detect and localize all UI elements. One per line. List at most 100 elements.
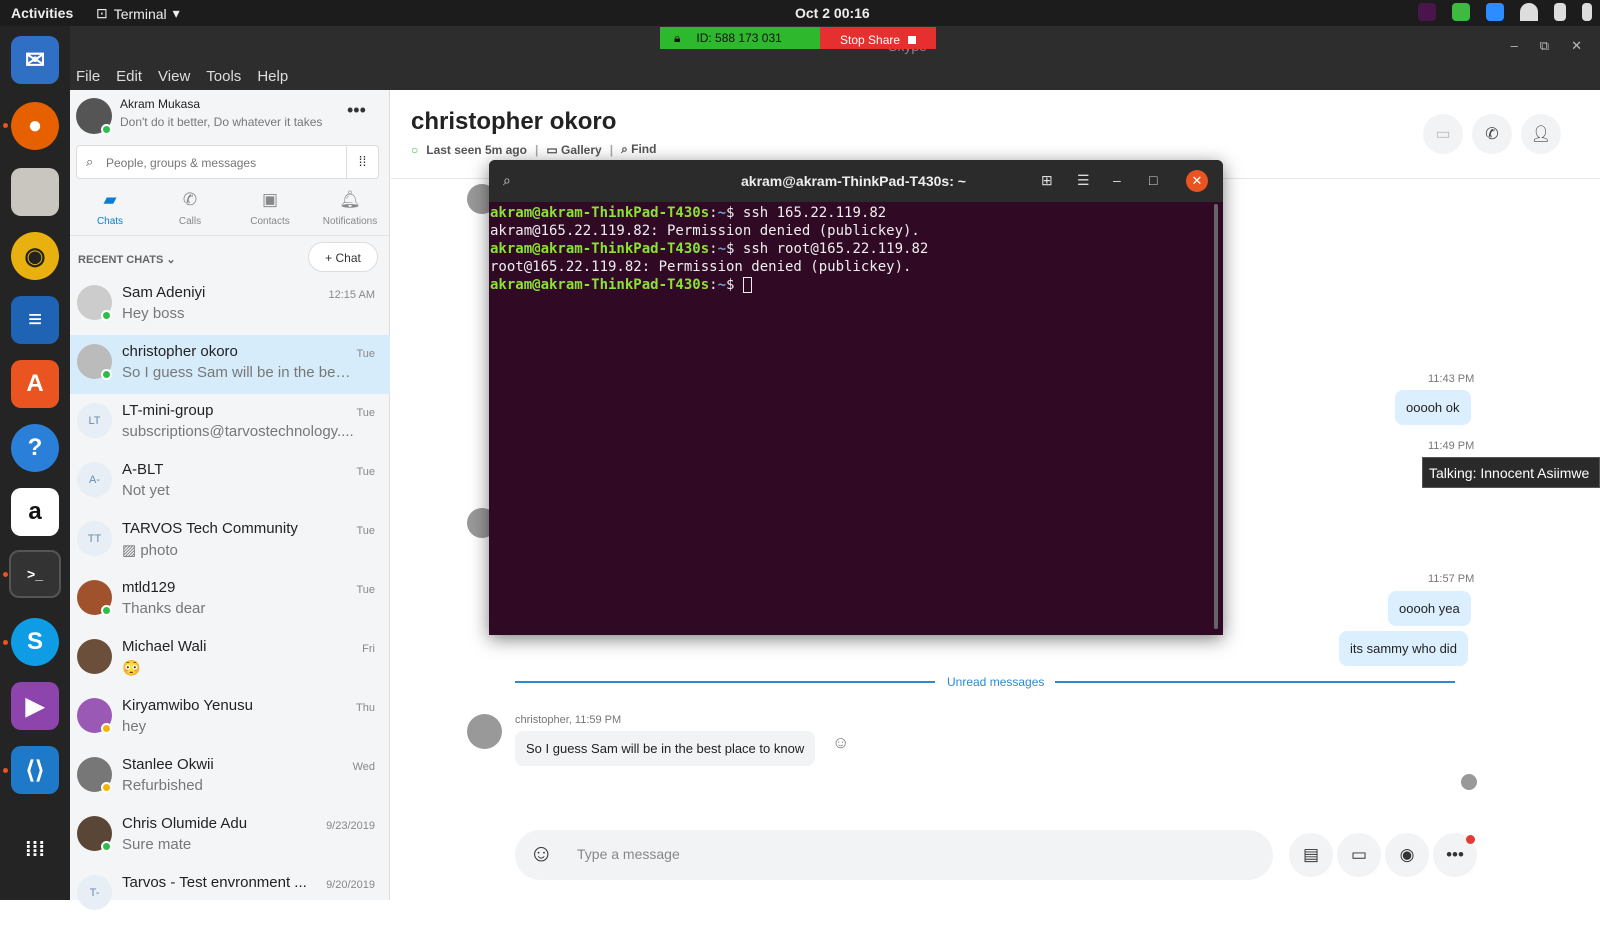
clock[interactable]: Oct 2 00:16	[795, 5, 870, 21]
chevron-down-icon: ⌄	[166, 254, 176, 266]
tab-notifications[interactable]: 🔔︎ Notifications	[310, 187, 390, 231]
sidebar: Akram Mukasa Don't do it better, Do what…	[70, 90, 390, 910]
gallery-link[interactable]: ▭ Gallery	[546, 143, 601, 157]
minimize-icon[interactable]: –	[1511, 38, 1518, 54]
help-icon[interactable]: ?	[11, 424, 59, 472]
skype-icon[interactable]: S	[11, 618, 59, 666]
terminal-window[interactable]: ⌕ akram@akram-ThinkPad-T430s: ~ ⊞ ☰ – □ …	[489, 160, 1223, 635]
close-icon[interactable]: ✕	[1186, 170, 1208, 192]
message-time: 11:43 PM	[1428, 373, 1475, 385]
outgoing-message[interactable]: ooooh ok	[1395, 390, 1471, 425]
outgoing-message[interactable]: ooooh yea	[1388, 591, 1471, 626]
message-composer[interactable]: ☺ Type a message	[515, 830, 1273, 880]
send-contact-button[interactable]: ▭	[1337, 833, 1381, 877]
chat-list: Sam Adeniyi Hey boss 12:15 AM christopher …	[70, 276, 390, 925]
minimize-icon[interactable]: –	[1113, 172, 1121, 188]
stop-icon	[908, 36, 917, 44]
list-item[interactable]: Kiryamwibo Yenusu hey Thu	[70, 689, 390, 748]
search-input[interactable]: ⌕ People, groups & messages ⁞⁞	[76, 145, 379, 179]
vscode-icon[interactable]: ⟨⟩	[11, 746, 59, 794]
send-file-button[interactable]: ▤	[1289, 833, 1333, 877]
dock: ✉ ● ◉ ≡ A ? a >_ S ▶ ⟨⟩ ⁞⁞⁞	[0, 26, 70, 900]
recent-chats-header[interactable]: RECENT CHATS ⌄	[78, 253, 176, 266]
avatar: T-	[77, 875, 112, 910]
app-menu[interactable]: ⊡ Terminal ▾	[96, 5, 180, 22]
top-bar: Activities ⊡ Terminal ▾ Oct 2 00:16	[0, 0, 1600, 26]
terminal-title: akram@akram-ThinkPad-T430s: ~	[741, 173, 966, 189]
incoming-message[interactable]: So I guess Sam will be in the best place…	[515, 731, 816, 766]
rhythmbox-icon[interactable]: ◉	[11, 232, 59, 280]
volume-icon[interactable]	[1554, 3, 1566, 21]
outgoing-message[interactable]: its sammy who did	[1339, 631, 1468, 666]
new-tab-icon[interactable]: ⊞	[1041, 172, 1053, 189]
menu-bar: File Edit View Tools Help	[70, 62, 1600, 90]
file-icon: ▤	[1302, 845, 1320, 864]
terminal-line: akram@akram-ThinkPad-T430s:~$ ssh 165.22…	[490, 205, 887, 221]
files-icon[interactable]	[11, 168, 59, 216]
send-location-button[interactable]: ◉	[1385, 833, 1429, 877]
add-reaction-icon[interactable]: ☺	[832, 733, 849, 753]
terminal-dock-icon[interactable]: >_	[9, 550, 61, 598]
unread-divider: Unread messages	[515, 675, 1455, 689]
profile[interactable]: Akram Mukasa Don't do it better, Do what…	[76, 96, 376, 136]
list-item[interactable]: Michael Wali 😳 Fri	[70, 630, 390, 689]
wifi-icon[interactable]	[1520, 3, 1538, 21]
terminal-scrollbar[interactable]	[1214, 204, 1218, 629]
zoom-icon[interactable]	[1486, 3, 1504, 21]
audio-call-button[interactable]: ✆	[1472, 114, 1512, 154]
conversation-subtitle: ○ Last seen 5m ago | ▭ Gallery | ⌕ Find	[411, 142, 657, 157]
search-icon[interactable]: ⌕	[503, 172, 511, 189]
video-call-button[interactable]: ▭	[1423, 114, 1463, 154]
stop-share-button[interactable]: Stop Share	[820, 27, 936, 49]
terminal-output[interactable]: akram@akram-ThinkPad-T430s:~$ ssh 165.22…	[490, 204, 928, 294]
thunderbird-icon[interactable]: ✉	[11, 36, 59, 84]
menu-view[interactable]: View	[158, 68, 190, 90]
writer-icon[interactable]: ≡	[11, 296, 59, 344]
list-item[interactable]: LT LT-mini-group subscriptions@tarvostechn…	[70, 394, 390, 453]
menu-file[interactable]: File	[76, 68, 100, 90]
restore-icon[interactable]: ⧉	[1540, 38, 1549, 54]
talking-indicator: Talking: Innocent Asiimwe	[1422, 457, 1600, 488]
screen-share-bar: 🔒︎ ID: 588 173 031 Stop Share	[660, 27, 936, 49]
conversation-title[interactable]: christopher okoro	[411, 108, 616, 136]
dialpad-icon[interactable]: ⁞⁞	[346, 146, 378, 178]
list-item[interactable]: Sam Adeniyi Hey boss 12:15 AM	[70, 276, 390, 335]
emoji-icon[interactable]: ☺	[529, 840, 554, 868]
more-options-icon[interactable]: •••	[347, 100, 366, 121]
list-item[interactable]: T- Tarvos - Test envronment ... 9/20/2019	[70, 866, 390, 925]
message-time: 11:49 PM	[1428, 440, 1475, 452]
list-item[interactable]: christopher okoro So I guess Sam will be …	[70, 335, 390, 394]
menu-tools[interactable]: Tools	[206, 68, 241, 90]
battery-icon[interactable]	[1582, 3, 1592, 21]
maximize-icon[interactable]: □	[1149, 172, 1157, 188]
avatar: LT	[77, 403, 112, 438]
notification-dot	[1466, 835, 1475, 844]
activities-button[interactable]: Activities	[11, 5, 73, 21]
terminal-titlebar[interactable]: ⌕ akram@akram-ThinkPad-T430s: ~ ⊞ ☰ – □ …	[489, 160, 1223, 202]
list-item[interactable]: mtld129 Thanks dear Tue	[70, 571, 390, 630]
show-applications-icon[interactable]: ⁞⁞⁞	[11, 826, 59, 874]
add-people-button[interactable]: 👤︎	[1521, 114, 1561, 154]
amazon-icon[interactable]: a	[11, 488, 59, 536]
video-player-icon[interactable]: ▶	[11, 682, 59, 730]
menu-edit[interactable]: Edit	[116, 68, 142, 90]
tab-contacts[interactable]: ▣ Contacts	[230, 187, 310, 231]
new-chat-button[interactable]: + Chat	[308, 242, 378, 272]
hamburger-menu-icon[interactable]: ☰	[1077, 172, 1090, 189]
tab-chats[interactable]: ▰ Chats	[70, 187, 150, 231]
list-item[interactable]: Stanlee Okwii Refurbished Wed	[70, 748, 390, 807]
check-icon[interactable]	[1452, 3, 1470, 21]
list-item[interactable]: TT TARVOS Tech Community ▨ photo Tue	[70, 512, 390, 571]
tab-calls[interactable]: ✆ Calls	[150, 187, 230, 231]
find-link[interactable]: ⌕ Find	[621, 142, 656, 157]
add-person-icon: 👤︎	[1530, 126, 1552, 143]
firefox-icon[interactable]: ●	[11, 102, 59, 150]
terminal-line: akram@akram-ThinkPad-T430s:~$ ssh root@1…	[490, 241, 929, 257]
profile-name: Akram Mukasa	[120, 97, 201, 111]
menu-help[interactable]: Help	[257, 68, 288, 90]
list-item[interactable]: A- A-BLT Not yet Tue	[70, 453, 390, 512]
slack-icon[interactable]	[1418, 3, 1436, 21]
close-icon[interactable]: ✕	[1571, 38, 1582, 54]
list-item[interactable]: Chris Olumide Adu Sure mate 9/23/2019	[70, 807, 390, 866]
software-center-icon[interactable]: A	[11, 360, 59, 408]
